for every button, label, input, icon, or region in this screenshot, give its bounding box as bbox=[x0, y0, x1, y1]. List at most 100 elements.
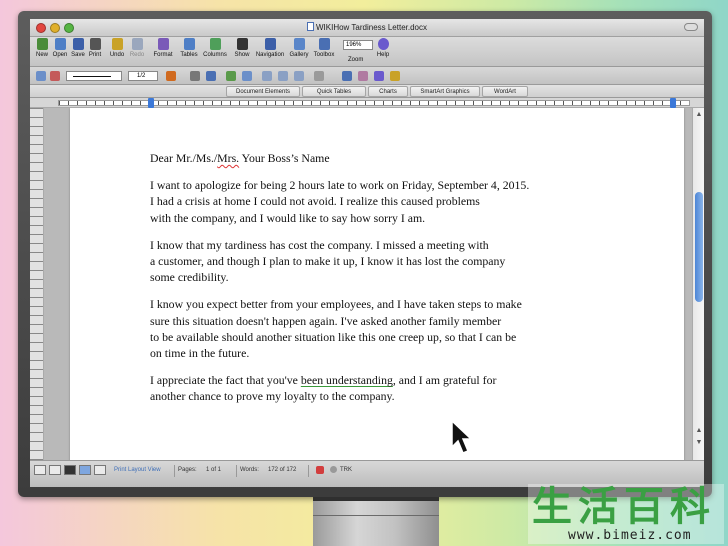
outline-view-button[interactable] bbox=[49, 465, 61, 475]
paragraph-steps: I know you expect better from your emplo… bbox=[150, 296, 600, 361]
save-icon bbox=[72, 38, 84, 50]
toolbar-toggle-button[interactable] bbox=[684, 23, 698, 31]
columns-button[interactable]: Columns bbox=[202, 38, 228, 58]
document-page[interactable]: Dear Mr./Ms./Mrs. Your Boss’s Name I wan… bbox=[70, 108, 684, 460]
salutation-suffix: Your Boss’s Name bbox=[239, 151, 330, 165]
redo-button[interactable]: Redo bbox=[129, 38, 145, 58]
tab-charts[interactable]: Charts bbox=[368, 86, 408, 97]
show-button[interactable]: Show bbox=[233, 38, 251, 58]
publishing-view-button[interactable] bbox=[64, 465, 76, 475]
watermark: 生活百科 www.bimeiz.com bbox=[528, 484, 724, 544]
window-title-wrap: WIKIHow Tardiness Letter.docx bbox=[30, 22, 704, 32]
monitor-stand bbox=[313, 497, 439, 546]
vertical-scrollbar[interactable]: ▲ ▲ ▼ bbox=[692, 108, 704, 460]
help-button[interactable]: Help bbox=[374, 38, 392, 58]
letter-body[interactable]: Dear Mr./Ms./Mrs. Your Boss’s Name I wan… bbox=[150, 150, 600, 416]
gallery-button[interactable]: Gallery bbox=[288, 38, 310, 58]
eraser-icon[interactable] bbox=[50, 71, 60, 81]
format-button[interactable]: Format bbox=[152, 38, 174, 58]
print-icon bbox=[89, 38, 101, 50]
tab-label: Charts bbox=[379, 89, 397, 95]
help-label: Help bbox=[376, 52, 390, 58]
undo-button[interactable]: Undo bbox=[108, 38, 126, 58]
paragraph-cost: I know that my tardiness has cost the co… bbox=[150, 237, 600, 286]
document-icon bbox=[306, 22, 314, 31]
text-line: I know you expect better from your emplo… bbox=[150, 297, 522, 312]
undo-icon bbox=[111, 38, 123, 50]
redo-label: Redo bbox=[129, 52, 145, 58]
align-left-icon[interactable] bbox=[262, 71, 272, 81]
right-indent-marker[interactable] bbox=[670, 98, 676, 108]
new-button[interactable]: New bbox=[34, 38, 50, 58]
toolbox-label: Toolbox bbox=[313, 52, 335, 58]
text-box-icon[interactable] bbox=[36, 71, 46, 81]
tab-label: Quick Tables bbox=[316, 89, 352, 95]
gallery-icon bbox=[293, 38, 305, 50]
formatting-toolbar: 1/2 bbox=[30, 67, 704, 85]
table-layout-icon[interactable] bbox=[242, 71, 252, 81]
ribbon-bar: Document Elements Quick Tables Charts Sm… bbox=[30, 85, 704, 98]
align-center-icon[interactable] bbox=[278, 71, 288, 81]
closing-suffix: , and I am grateful for bbox=[392, 373, 497, 388]
stand-divider bbox=[313, 515, 439, 516]
style-icon[interactable] bbox=[390, 71, 400, 81]
notebook-view-button[interactable] bbox=[94, 465, 106, 475]
salutation: Dear Mr./Ms./Mrs. Your Boss’s Name bbox=[150, 150, 600, 166]
grammar-flagged-phrase: been understanding bbox=[300, 373, 393, 388]
text-line: I want to apologize for being 2 hours la… bbox=[150, 178, 530, 193]
flip-icon[interactable] bbox=[374, 71, 384, 81]
scroll-thumb[interactable] bbox=[695, 192, 703, 302]
status-bar: Print Layout View Pages: 1 of 1 Words: 1… bbox=[30, 460, 704, 487]
navigation-label: Navigation bbox=[255, 52, 285, 58]
distribute-icon[interactable] bbox=[314, 71, 324, 81]
watermark-url: www.bimeiz.com bbox=[568, 528, 692, 543]
scroll-up-arrow-icon[interactable]: ▲ bbox=[694, 426, 704, 435]
line-style-select[interactable] bbox=[66, 71, 122, 81]
horizontal-ruler[interactable] bbox=[30, 98, 704, 108]
align-right-icon[interactable] bbox=[294, 71, 304, 81]
scroll-down-arrow-icon[interactable]: ▼ bbox=[694, 438, 704, 447]
group-icon[interactable] bbox=[342, 71, 352, 81]
spelling-error-word: Mrs. bbox=[217, 151, 240, 165]
words-label: Words: bbox=[240, 467, 259, 473]
scroll-up-arrow-icon[interactable]: ▲ bbox=[694, 110, 704, 119]
text-line: a customer, and though I plan to make it… bbox=[150, 254, 506, 269]
table-icon bbox=[183, 38, 195, 50]
rotate-icon[interactable] bbox=[358, 71, 368, 81]
standard-toolbar: New Open Save Print Undo Redo Format Tab… bbox=[30, 37, 704, 67]
text-line: I appreciate the fact that you've been u… bbox=[150, 372, 600, 388]
track-changes-label[interactable]: TRK bbox=[340, 467, 352, 473]
tab-smartart-graphics[interactable]: SmartArt Graphics bbox=[410, 86, 480, 97]
vertical-ruler bbox=[30, 108, 44, 460]
border-style-icon[interactable] bbox=[190, 71, 200, 81]
help-icon bbox=[377, 38, 389, 50]
pilcrow-icon bbox=[236, 38, 248, 50]
line-weight-value: 1/2 bbox=[137, 73, 146, 79]
proofing-error-icon[interactable] bbox=[316, 466, 324, 474]
print-button[interactable]: Print bbox=[87, 38, 103, 58]
track-changes-icon bbox=[330, 466, 337, 473]
save-label: Save bbox=[71, 52, 85, 58]
paragraph-closing: I appreciate the fact that you've been u… bbox=[150, 372, 600, 404]
line-color-icon[interactable] bbox=[166, 71, 176, 81]
tab-wordart[interactable]: WordArt bbox=[482, 86, 528, 97]
redo-icon bbox=[131, 38, 143, 50]
arrange-icon[interactable] bbox=[226, 71, 236, 81]
tab-document-elements[interactable]: Document Elements bbox=[226, 86, 300, 97]
draft-view-button[interactable] bbox=[34, 465, 46, 475]
zoom-select[interactable]: 196% bbox=[343, 40, 373, 50]
open-button[interactable]: Open bbox=[52, 38, 68, 58]
toolbox-button[interactable]: Toolbox bbox=[311, 38, 337, 58]
new-document-icon bbox=[36, 38, 48, 50]
closing-prefix: I appreciate the fact that you've bbox=[150, 373, 301, 388]
tables-button[interactable]: Tables bbox=[178, 38, 200, 58]
navigation-button[interactable]: Navigation bbox=[255, 38, 285, 58]
save-button[interactable]: Save bbox=[70, 38, 86, 58]
print-layout-view-button[interactable] bbox=[79, 465, 91, 475]
status-separator bbox=[236, 465, 237, 477]
left-indent-marker[interactable] bbox=[148, 98, 154, 108]
tab-quick-tables[interactable]: Quick Tables bbox=[302, 86, 366, 97]
shape-fill-icon[interactable] bbox=[206, 71, 216, 81]
open-label: Open bbox=[52, 52, 68, 58]
line-weight-select[interactable]: 1/2 bbox=[128, 71, 158, 81]
